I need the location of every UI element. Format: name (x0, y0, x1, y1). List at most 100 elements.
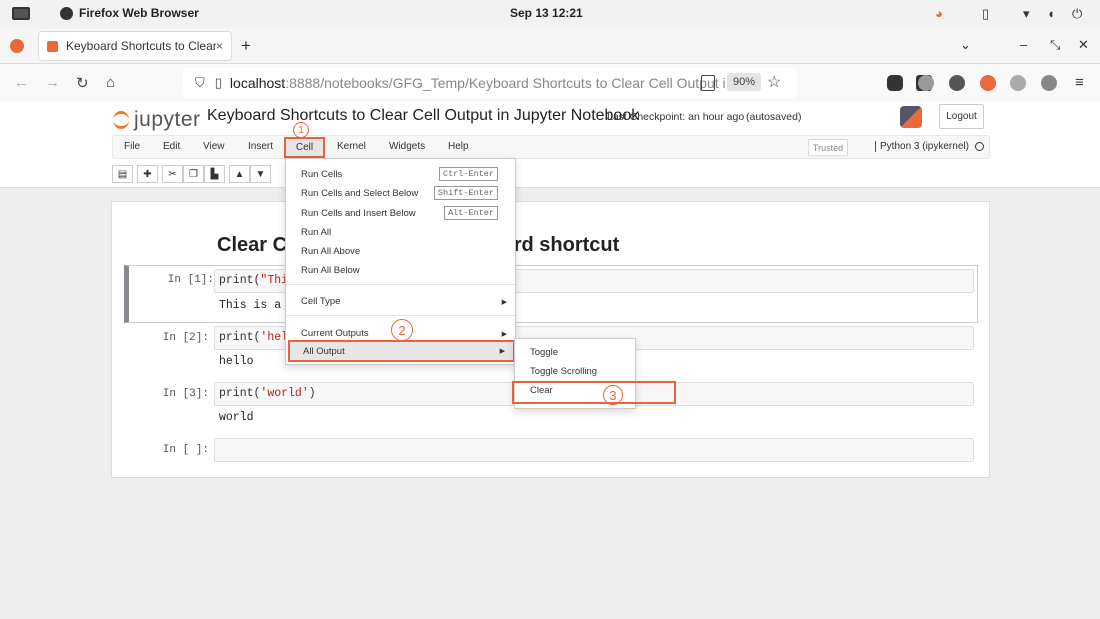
save-button[interactable]: ▤ (112, 165, 133, 183)
jupyter-favicon-icon (47, 40, 58, 52)
menu-edit[interactable]: Edit (163, 141, 180, 152)
copy-button[interactable]: ❐ (183, 165, 204, 183)
extension-icon-7[interactable] (1041, 75, 1057, 91)
code-cell-4[interactable]: In [ ]: (124, 437, 978, 467)
volume-icon[interactable]: ◖ (1047, 6, 1055, 21)
firefox-view-icon[interactable] (10, 39, 24, 53)
close-window-icon[interactable]: ✕ (1078, 37, 1089, 53)
url-bar[interactable]: ⛉ ▯ localhost :8888/notebooks/GFG_Temp/K… (183, 68, 797, 98)
power-icon[interactable]: ⏻ (1072, 6, 1082, 22)
move-down-button[interactable]: ▼ (250, 165, 271, 183)
checkpoint-status: Last Checkpoint: an hour ago (607, 111, 745, 123)
cell-prompt: In [ ]: (162, 444, 209, 456)
menu-insert[interactable]: Insert (248, 141, 273, 152)
extension-icon-3[interactable] (918, 75, 934, 91)
zoom-level[interactable]: 90% (727, 73, 762, 91)
jupyter-ring-icon (113, 111, 129, 129)
menu-bar: File Edit View Insert Cell Kernel Widget… (112, 135, 990, 159)
menu-help[interactable]: Help (448, 141, 469, 152)
wifi-icon[interactable]: ▾ (1023, 6, 1030, 22)
python-logo-icon (900, 106, 922, 128)
step-2-annotation: 2 (391, 319, 413, 341)
extension-icon-5[interactable] (980, 75, 996, 91)
jupyter-header: jupyter Keyboard Shortcuts to Clear Cell… (0, 102, 1100, 188)
step-1-annotation: 1 (293, 122, 309, 138)
menu-item-run-all-above[interactable]: Run All Above (301, 246, 360, 257)
back-button[interactable]: ← (14, 74, 29, 91)
forward-button[interactable]: → (45, 74, 60, 91)
app-name: Firefox Web Browser (79, 6, 199, 20)
trusted-indicator[interactable]: Trusted (808, 139, 848, 156)
clock[interactable]: Sep 13 12:21 (510, 6, 583, 20)
cut-button[interactable]: ✂ (162, 165, 183, 183)
extension-icon-6[interactable] (1010, 75, 1026, 91)
bookmark-star-icon[interactable]: ☆ (767, 72, 781, 92)
clipboard-icon[interactable]: ▯ (982, 6, 989, 22)
new-tab-button[interactable]: + (241, 36, 251, 56)
shortcut-badge: Shift-Enter (433, 186, 498, 200)
shield-icon[interactable]: ⛉ (195, 75, 205, 91)
insert-cell-button[interactable]: ✚ (137, 165, 158, 183)
color-picker-icon[interactable]: ◕ (935, 6, 943, 21)
notebook-toolbar: ▤ ✚ ✂ ❐ ▙ ▲ ▼ (112, 165, 271, 183)
all-output-label: All Output (303, 346, 345, 357)
jupyter-logo-text: jupyter (134, 108, 201, 131)
nav-bar: ← → ↻ ⌂ ⛉ ▯ localhost :8888/notebooks/GF… (0, 64, 1100, 102)
menu-file[interactable]: File (124, 141, 140, 152)
menu-item-cell-type[interactable]: Cell Type (301, 296, 340, 307)
menu-item-run-select-below[interactable]: Run Cells and Select Below (301, 188, 418, 199)
notebook-title[interactable]: Keyboard Shortcuts to Clear Cell Output … (207, 107, 639, 125)
reader-view-icon[interactable] (701, 75, 715, 91)
activities-icon[interactable] (12, 7, 30, 20)
home-button[interactable]: ⌂ (106, 74, 115, 91)
url-host: localhost (229, 75, 286, 91)
menu-divider (286, 315, 515, 316)
restore-icon[interactable]: ⤡ (1050, 37, 1060, 53)
tab-title: Keyboard Shortcuts to Clear Cell Output … (66, 39, 216, 53)
code-cell-1[interactable]: In [1]: print("This is a Cell") This is … (124, 265, 978, 323)
cell-prompt: In [1]: (167, 274, 214, 286)
cell-prompt: In [3]: (162, 388, 209, 400)
app-menu[interactable]: Firefox Web Browser (60, 6, 199, 20)
menu-item-run-all-below[interactable]: Run All Below (301, 265, 360, 276)
shortcut-badge: Alt-Enter (444, 206, 498, 220)
menu-cell[interactable]: Cell (284, 137, 325, 158)
list-tabs-icon[interactable]: ⌄ (960, 37, 971, 53)
menu-item-run-all[interactable]: Run All (301, 227, 331, 238)
menu-kernel[interactable]: Kernel (337, 141, 366, 152)
extension-icon-1[interactable] (887, 75, 903, 91)
cell-input[interactable] (214, 438, 974, 462)
minimize-icon[interactable]: – (1020, 37, 1027, 52)
paste-button[interactable]: ▙ (204, 165, 225, 183)
menu-widgets[interactable]: Widgets (389, 141, 425, 152)
submenu-item-toggle[interactable]: Toggle (530, 347, 558, 358)
browser-tab[interactable]: Keyboard Shortcuts to Clear Cell Output … (38, 31, 232, 61)
submenu-item-toggle-scrolling[interactable]: Toggle Scrolling (530, 366, 597, 377)
logout-button[interactable]: Logout (939, 104, 984, 129)
kernel-name[interactable]: Python 3 (ipykernel) (875, 141, 969, 152)
menu-item-run-cells[interactable]: Run Cells (301, 169, 342, 180)
page-info-icon[interactable]: ▯ (215, 75, 222, 91)
reload-button[interactable]: ↻ (76, 74, 89, 92)
menu-item-current-outputs[interactable]: Current Outputs (301, 328, 369, 339)
submenu-arrow-icon: ▶ (501, 331, 507, 338)
url-path: :8888/notebooks/GFG_Temp/Keyboard Shortc… (285, 75, 726, 91)
menu-view[interactable]: View (203, 141, 225, 152)
cell-output: world (219, 411, 254, 424)
menu-item-all-output[interactable]: All Output ▶ (288, 340, 515, 362)
step-3-annotation: 3 (603, 385, 623, 405)
menu-item-run-insert-below[interactable]: Run Cells and Insert Below (301, 208, 416, 219)
extension-icon-4[interactable] (949, 75, 965, 91)
submenu-arrow-icon: ▶ (499, 348, 505, 355)
cell-prompt: In [2]: (162, 332, 209, 344)
system-top-bar: Firefox Web Browser Sep 13 12:21 ◕ ▯ ▾ ◖… (0, 0, 1100, 28)
autosave-status: (autosaved) (746, 111, 802, 123)
shortcut-badge: Ctrl-Enter (438, 167, 498, 181)
tab-strip: Keyboard Shortcuts to Clear Cell Output … (0, 28, 1100, 64)
kernel-status-icon (975, 142, 984, 151)
jupyter-logo[interactable]: jupyter (113, 108, 201, 132)
hamburger-menu-icon[interactable]: ≡ (1075, 74, 1084, 91)
firefox-icon (60, 6, 73, 20)
move-up-button[interactable]: ▲ (229, 165, 250, 183)
tab-close-icon[interactable]: × (216, 39, 223, 53)
